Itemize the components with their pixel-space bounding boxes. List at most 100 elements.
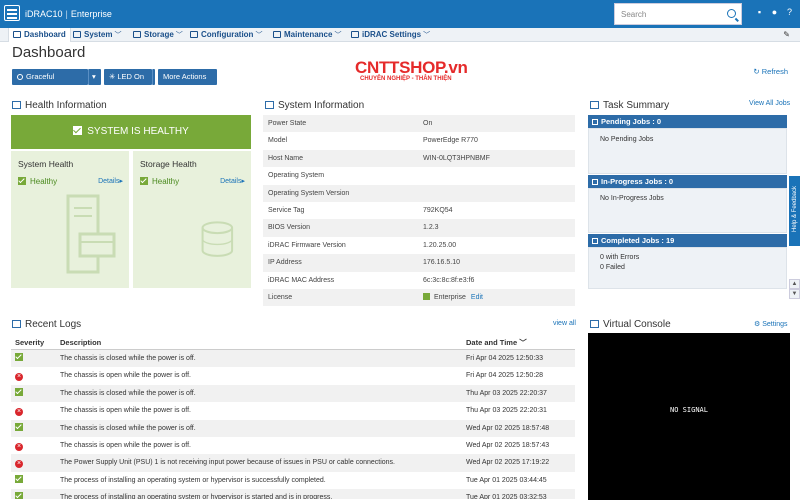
- system-health-details-link[interactable]: Details▸: [98, 177, 123, 185]
- system-health-details-label[interactable]: Details: [98, 178, 119, 185]
- pending-jobs-body: No Pending Jobs: [588, 128, 787, 174]
- severity-critical-icon: ×: [15, 408, 23, 417]
- virtual-console-preview[interactable]: NO SIGNAL: [588, 333, 790, 500]
- view-all-jobs-link[interactable]: View All Jobs: [749, 100, 790, 107]
- search-box[interactable]: [614, 3, 742, 25]
- user-icon[interactable]: ●: [770, 8, 779, 17]
- nav-dashboard[interactable]: Dashboard: [8, 28, 71, 42]
- chevron-right-icon: ▸: [241, 178, 245, 185]
- check-icon: [18, 177, 26, 185]
- storage-illustration-icon: [201, 221, 234, 257]
- product-name: iDRAC10: [25, 9, 63, 19]
- description-column-header[interactable]: Description: [60, 335, 101, 350]
- storage-health-status-text: Healthy: [152, 177, 180, 186]
- nav-configuration-label: Configuration: [201, 30, 254, 39]
- pending-jobs-header: Pending Jobs : 0: [588, 115, 787, 128]
- completed-jobs-body: 0 with Errors 0 Failed: [588, 247, 787, 289]
- nav-storage-label: Storage: [144, 30, 174, 39]
- console-settings-link[interactable]: ⚙ Settings: [754, 320, 788, 328]
- storage-health-card: Storage Health Healthy Details▸: [133, 151, 251, 288]
- title-separator: |: [65, 9, 68, 19]
- pending-jobs-text: No Pending Jobs: [600, 136, 654, 143]
- home-icon: [13, 31, 21, 38]
- chevron-down-icon: ﹀: [114, 32, 122, 39]
- chevron-down-icon: ﹀: [175, 32, 183, 39]
- system-healthy-banner: SYSTEM IS HEALTHY: [11, 115, 251, 149]
- log-description: The chassis is open while the power is o…: [60, 441, 191, 449]
- help-feedback-tab[interactable]: Help & Feedback: [789, 176, 800, 246]
- led-button[interactable]: ✳ LED On: [104, 69, 152, 85]
- storage-health-details-label[interactable]: Details: [220, 178, 241, 185]
- refresh-link[interactable]: ↻ Refresh: [753, 67, 788, 76]
- page-title: Dashboard: [12, 44, 86, 61]
- gear-icon: ⚙: [754, 321, 763, 328]
- settings-icon: [351, 31, 359, 38]
- system-info-heading: System Information: [265, 100, 364, 111]
- scroll-down-button[interactable]: ▼: [789, 289, 800, 299]
- caret-down-icon: ▾: [92, 72, 96, 81]
- system-info-value: 6c:3c:8c:8f:e3:f6: [423, 276, 475, 284]
- logs-icon: [12, 320, 21, 328]
- system-info-key: BIOS Version: [268, 224, 311, 232]
- system-info-value: WIN-0LQT3HPNBMF: [423, 154, 490, 162]
- datetime-column-header[interactable]: Date and Time ﹀: [466, 335, 527, 350]
- datetime-column-label: Date and Time: [466, 338, 518, 347]
- system-info-value: PowerEdge R770: [423, 137, 478, 145]
- inprogress-jobs-label: In-Progress Jobs : 0: [601, 177, 674, 186]
- severity-ok-icon: [15, 474, 23, 483]
- log-description: The process of installing an operating s…: [60, 476, 326, 484]
- info-icon[interactable]: ▪: [755, 8, 764, 17]
- search-input[interactable]: [615, 4, 725, 24]
- health-info-title: Health Information: [25, 100, 107, 111]
- system-info-row: Operating System: [263, 167, 575, 184]
- severity-column-header[interactable]: Severity: [15, 335, 44, 350]
- system-info-row: Host Name WIN-0LQT3HPNBMF: [263, 149, 575, 168]
- severity-ok-icon: [15, 422, 23, 431]
- logs-header-row: Severity Description Date and Time ﹀: [11, 335, 575, 350]
- shutdown-options-dropdown[interactable]: ▾: [88, 69, 101, 85]
- configuration-icon: [190, 31, 198, 38]
- system-info-key: Power State: [268, 120, 307, 127]
- sort-chevron-icon: ﹀: [517, 338, 527, 347]
- system-info-key: Operating System: [268, 172, 325, 180]
- system-info-row: License Enterprise Edit: [263, 288, 575, 307]
- nav-system-label: System: [84, 30, 113, 39]
- virtual-console-title: Virtual Console: [603, 319, 671, 330]
- license-edit-link[interactable]: Edit: [471, 294, 483, 301]
- log-row: × The Power Supply Unit (PSU) 1 is not re…: [11, 454, 575, 472]
- server-icon: [73, 31, 81, 38]
- caret-down-icon: ▾: [163, 88, 167, 97]
- log-row: The chassis is closed while the power is…: [11, 350, 575, 368]
- view-all-logs-link[interactable]: view all: [553, 320, 576, 327]
- help-feedback-label[interactable]: Help & Feedback: [792, 175, 798, 243]
- led-label: LED On: [117, 72, 145, 81]
- system-info-value: On: [423, 120, 433, 127]
- system-info-key: Operating System Version: [268, 189, 350, 197]
- nav-configuration[interactable]: Configuration ﹀: [190, 28, 262, 42]
- no-signal-text: NO SIGNAL: [670, 406, 708, 414]
- nav-idrac-settings[interactable]: iDRAC Settings ﹀: [351, 28, 430, 42]
- system-info-title: System Information: [278, 100, 365, 111]
- search-icon[interactable]: [727, 9, 736, 18]
- server-illustration-icon: [66, 194, 116, 274]
- chevron-down-icon: ﹀: [334, 32, 342, 39]
- nav-idrac-settings-label: iDRAC Settings: [362, 30, 422, 39]
- graceful-shutdown-button[interactable]: Graceful Shutdown: [12, 69, 88, 97]
- pin-icon[interactable]: ✎: [783, 30, 790, 39]
- help-icon[interactable]: ?: [785, 8, 794, 17]
- main-nav: Dashboard System ﹀ Storage ﹀ Configuration…: [0, 28, 800, 42]
- scroll-up-button[interactable]: ▲: [789, 279, 800, 289]
- completed-icon: [592, 238, 598, 244]
- refresh-label: Refresh: [761, 67, 788, 76]
- nav-maintenance[interactable]: Maintenance ﹀: [273, 28, 341, 42]
- system-info-table: Power State On Model PowerEdge R770 Host N…: [263, 115, 575, 307]
- more-actions-button[interactable]: More Actions ▾: [158, 69, 217, 97]
- storage-icon: [133, 31, 141, 38]
- storage-health-details-link[interactable]: Details▸: [220, 177, 245, 185]
- system-info-row: iDRAC MAC Address 6c:3c:8c:8f:e3:f6: [263, 272, 575, 289]
- nav-system[interactable]: System ﹀: [73, 28, 121, 42]
- log-datetime: Fri Apr 04 2025 12:50:28: [466, 372, 544, 380]
- log-datetime: Wed Apr 02 2025 17:19:22: [466, 459, 550, 467]
- completed-errors-text: 0 with Errors: [600, 254, 640, 261]
- nav-storage[interactable]: Storage ﹀: [133, 28, 183, 42]
